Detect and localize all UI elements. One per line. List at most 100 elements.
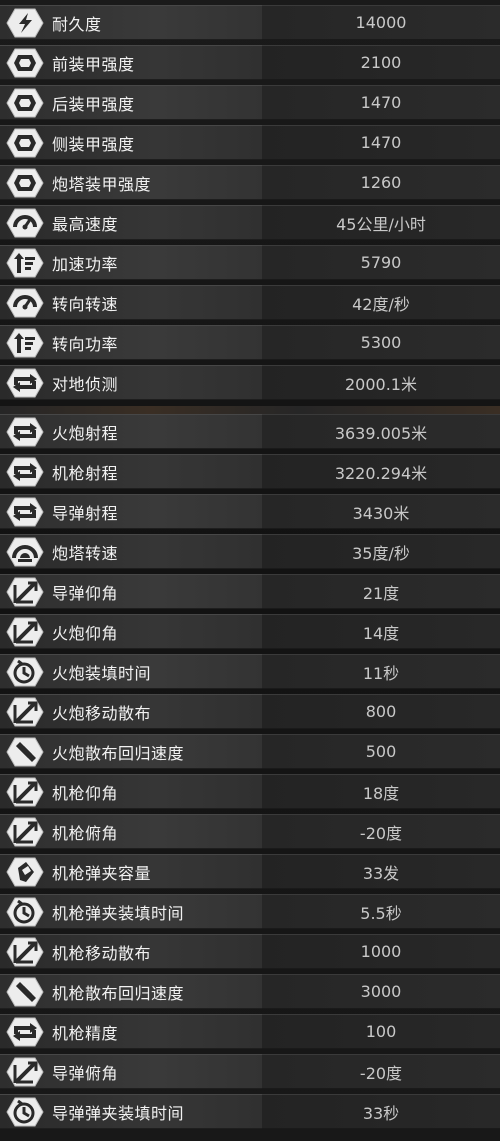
shell-icon	[6, 976, 44, 1008]
stat-name-cell: 导弹弹夹装填时间	[0, 1094, 262, 1129]
stat-name-cell: 机枪精度	[0, 1014, 262, 1049]
range-arrow-icon	[6, 496, 44, 528]
range-arrow-icon	[6, 416, 44, 448]
stat-row: 机枪弹夹装填时间 5.5秒	[0, 893, 500, 930]
speedometer-icon	[6, 207, 44, 239]
stat-label: 后装甲强度	[52, 94, 135, 114]
stat-name-cell: 后装甲强度	[0, 85, 262, 120]
stat-label: 机枪俯角	[52, 823, 119, 843]
stat-row: 耐久度 14000	[0, 4, 500, 41]
stat-row: 机枪射程 3220.294米	[0, 453, 500, 490]
range-arrow-icon	[6, 456, 44, 488]
stat-row: 转向功率 5300	[0, 324, 500, 361]
stat-value: 21度	[262, 574, 500, 609]
stat-value: 5790	[262, 245, 500, 280]
angle-icon	[6, 1056, 44, 1088]
stat-label: 机枪仰角	[52, 783, 119, 803]
stat-value: 1260	[262, 165, 500, 200]
stat-name-cell: 机枪仰角	[0, 774, 262, 809]
durability-icon	[6, 7, 44, 39]
stat-value: 3000	[262, 974, 500, 1009]
stat-value: 33发	[262, 854, 500, 889]
stat-row: 机枪移动散布 1000	[0, 933, 500, 970]
stat-value: 3220.294米	[262, 454, 500, 489]
stat-label: 前装甲强度	[52, 54, 135, 74]
stat-name-cell: 导弹俯角	[0, 1054, 262, 1089]
armor-icon	[6, 87, 44, 119]
stat-name-cell: 火炮仰角	[0, 614, 262, 649]
angle-icon	[6, 696, 44, 728]
stat-value: 35度/秒	[262, 534, 500, 569]
range-arrow-icon	[6, 1016, 44, 1048]
stat-row: 导弹弹夹装填时间 33秒	[0, 1093, 500, 1130]
stat-row: 导弹仰角 21度	[0, 573, 500, 610]
stat-label: 导弹射程	[52, 503, 119, 523]
stat-row: 火炮装填时间 11秒	[0, 653, 500, 690]
range-arrow-icon	[6, 367, 44, 399]
stat-name-cell: 机枪射程	[0, 454, 262, 489]
stat-label: 最高速度	[52, 214, 119, 234]
stat-label: 加速功率	[52, 254, 119, 274]
stat-name-cell: 前装甲强度	[0, 45, 262, 80]
stat-value: 1470	[262, 85, 500, 120]
stat-label: 火炮射程	[52, 423, 119, 443]
stat-label: 转向功率	[52, 334, 119, 354]
stat-row: 侧装甲强度 1470	[0, 124, 500, 161]
stat-row: 导弹俯角 -20度	[0, 1053, 500, 1090]
stat-label: 机枪弹夹装填时间	[52, 903, 185, 923]
stat-row: 机枪弹夹容量 33发	[0, 853, 500, 890]
angle-icon	[6, 776, 44, 808]
stat-label: 机枪射程	[52, 463, 119, 483]
stat-name-cell: 火炮装填时间	[0, 654, 262, 689]
angle-icon	[6, 936, 44, 968]
stat-value: 1000	[262, 934, 500, 969]
stat-value: 1470	[262, 125, 500, 160]
armor-icon	[6, 127, 44, 159]
stat-name-cell: 机枪散布回归速度	[0, 974, 262, 1009]
stat-label: 炮塔转速	[52, 543, 119, 563]
stat-name-cell: 转向转速	[0, 285, 262, 320]
stat-value: 5.5秒	[262, 894, 500, 929]
stat-name-cell: 机枪弹夹装填时间	[0, 894, 262, 929]
stat-value: 100	[262, 1014, 500, 1049]
angle-icon	[6, 616, 44, 648]
angle-icon	[6, 816, 44, 848]
stat-value: 33秒	[262, 1094, 500, 1129]
stat-value: 3639.005米	[262, 414, 500, 449]
stat-row: 加速功率 5790	[0, 244, 500, 281]
stat-row: 机枪仰角 18度	[0, 773, 500, 810]
stat-row: 火炮射程 3639.005米	[0, 413, 500, 450]
stat-row: 机枪精度 100	[0, 1013, 500, 1050]
stat-label: 火炮装填时间	[52, 663, 152, 683]
shell-icon	[6, 736, 44, 768]
stat-name-cell: 机枪移动散布	[0, 934, 262, 969]
stat-label: 导弹弹夹装填时间	[52, 1103, 185, 1123]
turret-rotation-icon	[6, 536, 44, 568]
stat-row: 机枪俯角 -20度	[0, 813, 500, 850]
stat-name-cell: 耐久度	[0, 5, 262, 40]
bullet-icon	[6, 856, 44, 888]
stat-name-cell: 机枪弹夹容量	[0, 854, 262, 889]
armor-icon	[6, 167, 44, 199]
stat-value: -20度	[262, 1054, 500, 1089]
stat-label: 火炮移动散布	[52, 703, 152, 723]
stat-row: 炮塔装甲强度 1260	[0, 164, 500, 201]
stat-name-cell: 导弹仰角	[0, 574, 262, 609]
stat-name-cell: 火炮射程	[0, 414, 262, 449]
stat-label: 对地侦测	[52, 374, 119, 394]
stat-row: 火炮移动散布 800	[0, 693, 500, 730]
vehicle-stats-panel: 耐久度 14000 前装甲强度 2100 后装甲强度 1470 侧装甲强度 1470 炮塔装甲强…	[0, 0, 500, 1141]
stat-label: 耐久度	[52, 14, 102, 34]
power-up-icon	[6, 247, 44, 279]
stat-value: 14000	[262, 5, 500, 40]
stat-row: 火炮散布回归速度 500	[0, 733, 500, 770]
stat-value: 14度	[262, 614, 500, 649]
stat-label: 机枪弹夹容量	[52, 863, 152, 883]
stat-row: 导弹射程 3430米	[0, 493, 500, 530]
stat-label: 导弹仰角	[52, 583, 119, 603]
stat-name-cell: 对地侦测	[0, 365, 262, 400]
stat-name-cell: 火炮散布回归速度	[0, 734, 262, 769]
reload-timer-icon	[6, 1096, 44, 1128]
stat-value: 11秒	[262, 654, 500, 689]
stat-label: 火炮散布回归速度	[52, 743, 185, 763]
